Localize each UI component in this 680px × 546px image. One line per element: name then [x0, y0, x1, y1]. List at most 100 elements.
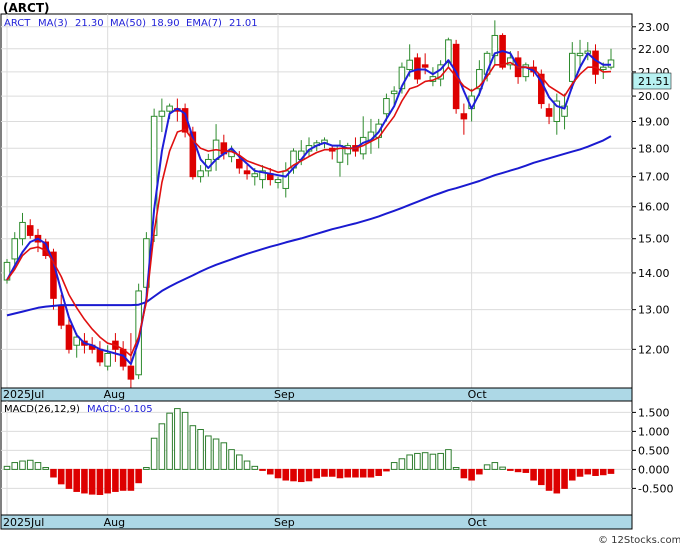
candle-body [166, 105, 173, 112]
macd-bar [305, 468, 313, 482]
macd-bar [390, 462, 398, 470]
candle-body [421, 64, 429, 68]
last-price-label: 21.51 [638, 75, 670, 88]
candle-body [274, 179, 282, 184]
macd-bar [197, 429, 204, 470]
macd-bar [34, 462, 42, 470]
price-y-tick-label: 22.00 [638, 43, 670, 56]
macd-bar [429, 453, 437, 470]
price-y-tick-label: 13.00 [638, 304, 670, 317]
macd-bar [220, 442, 228, 470]
macd-bar [507, 468, 514, 471]
macd-bar [584, 468, 592, 475]
macd-bar [352, 468, 359, 478]
macd-bar [359, 468, 367, 478]
candle-body [445, 39, 452, 64]
legend-ticker: ARCT [4, 18, 31, 29]
macd-bar [297, 468, 305, 483]
macd-bar [174, 408, 181, 470]
candle-body [545, 108, 553, 117]
macd-bar [205, 435, 212, 470]
macd-bar [445, 449, 452, 470]
macd-bar [290, 468, 297, 482]
price-x-axis-bar [0, 387, 633, 402]
candle-body [197, 170, 204, 178]
macd-bar [476, 468, 483, 475]
macd-bar [266, 468, 274, 475]
macd-bar [414, 452, 421, 470]
macd-bar [328, 468, 336, 477]
macd-x-tick-label: Oct [468, 516, 488, 529]
candle-body [243, 170, 251, 175]
stock-chart: 12.00 13.00 14.00 15.00 16.00 17.00 18.00 19.00… [0, 1, 680, 546]
legend-ema-label: EMA(7) [186, 18, 222, 29]
price-y-tick-label: 20.00 [638, 90, 670, 103]
macd-bar [336, 468, 344, 479]
macd-bar [19, 460, 26, 470]
macd-bar [367, 468, 375, 478]
macd-y-tick-label: 0.000 [638, 463, 670, 476]
candle-body [568, 52, 576, 82]
macd-bar [26, 459, 34, 470]
macd-bar [259, 468, 266, 471]
macd-bar [576, 468, 584, 477]
macd-bar [437, 452, 444, 470]
macd-bar [313, 468, 321, 479]
macd-bar [65, 468, 73, 489]
macd-bar [607, 468, 615, 474]
candle-body [414, 57, 421, 80]
macd-bar [514, 468, 522, 473]
macd-bar [545, 468, 553, 491]
macd-bar [189, 425, 197, 470]
price-y-axis: 12.00 13.00 14.00 15.00 16.00 17.00 18.00 19.00… [632, 21, 670, 356]
price-y-tick-label: 17.00 [638, 171, 670, 184]
macd-bar [135, 468, 142, 484]
macd-bar [321, 468, 328, 477]
candle-body [104, 352, 111, 367]
price-y-tick-label: 14.00 [638, 267, 670, 280]
price-x-tick-label: 2025Jul [3, 388, 44, 401]
candle-body [57, 305, 65, 326]
macd-bar [592, 468, 599, 476]
macd-bar [421, 452, 429, 470]
candle-body [65, 324, 73, 350]
macd-bar [119, 468, 127, 491]
macd-bar [568, 468, 576, 481]
macd-bar [42, 467, 50, 470]
macd-bar [127, 468, 135, 491]
price-y-tick-label: 16.00 [638, 201, 670, 214]
macd-bar [73, 468, 80, 492]
chart-title: (ARCT) [3, 1, 50, 15]
candle-body [96, 348, 104, 363]
macd-bar [236, 454, 243, 470]
candle-body [390, 90, 398, 95]
macd-bar [491, 462, 499, 470]
macd-x-tick-label: Sep [274, 516, 295, 529]
macd-bar [228, 449, 235, 470]
watermark: © 12Stocks.com [598, 535, 680, 546]
macd-bar [143, 467, 150, 470]
macd-bar [88, 468, 96, 495]
candle-body [592, 50, 599, 75]
legend-ma-long-label: MA(50) [110, 18, 146, 29]
macd-bar [483, 464, 491, 470]
price-y-tick-label: 18.00 [638, 142, 670, 155]
macd-bar [538, 468, 545, 486]
macd-value-label: MACD:-0.105 [87, 404, 153, 415]
macd-x-tick-label: 2025Jul [3, 516, 44, 529]
price-x-tick-label: Oct [468, 388, 488, 401]
macd-bar [81, 468, 88, 494]
macd-bar [375, 468, 382, 476]
legend-ema-value: 21.01 [229, 18, 258, 29]
price-y-tick-label: 15.00 [638, 233, 670, 246]
macd-bar [150, 437, 158, 470]
price-x-tick-label: Aug [104, 388, 125, 401]
macd-bar [112, 468, 119, 492]
macd-bar [561, 468, 568, 489]
candle-body [599, 66, 607, 71]
macd-bar [166, 412, 173, 470]
legend-ma-short-label: MA(3) [38, 18, 68, 29]
macd-x-axis-bar [0, 514, 633, 530]
price-y-tick-label: 23.00 [638, 21, 670, 34]
macd-title: MACD(26,12,9) [4, 404, 80, 415]
